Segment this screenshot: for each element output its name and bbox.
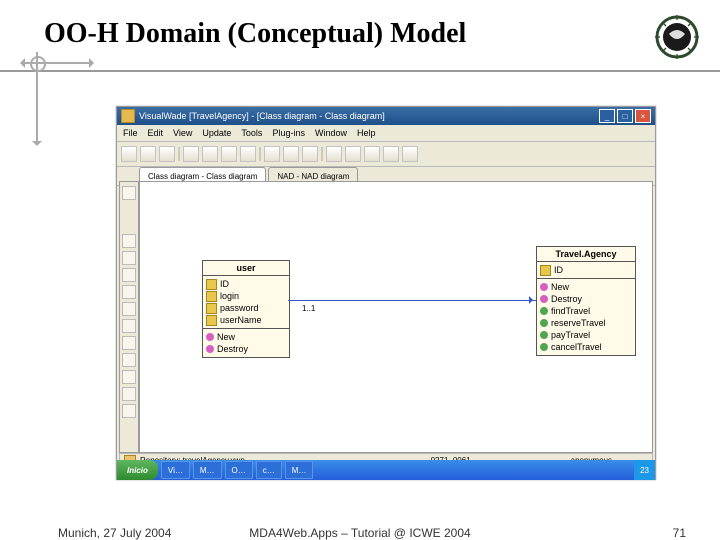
footer-center: MDA4Web.Apps – Tutorial @ ICWE 2004: [0, 526, 720, 540]
palette-tool[interactable]: [122, 268, 136, 282]
association-line[interactable]: [288, 300, 536, 301]
palette-tool[interactable]: [122, 186, 136, 200]
menu-file[interactable]: File: [123, 128, 138, 138]
palette-tool[interactable]: [122, 319, 136, 333]
attributes-section: ID: [537, 262, 635, 279]
toolbar-button[interactable]: [402, 146, 418, 162]
taskbar-button[interactable]: O…: [225, 461, 253, 479]
toolbar-button[interactable]: [283, 146, 299, 162]
window-controls: _ □ ×: [599, 109, 651, 123]
class-travel-agency[interactable]: Travel.Agency ID New Destroy findTravel …: [536, 246, 636, 356]
tool-palette: [119, 181, 139, 453]
key-icon: [206, 279, 217, 290]
taskbar-button[interactable]: M…: [193, 461, 222, 479]
op-icon: [540, 331, 548, 339]
key-icon: [206, 303, 217, 314]
palette-tool[interactable]: [122, 387, 136, 401]
multiplicity-label: 1..1: [300, 304, 317, 313]
menu-edit[interactable]: Edit: [148, 128, 164, 138]
key-icon: [206, 315, 217, 326]
op-icon: [540, 319, 548, 327]
menu-tools[interactable]: Tools: [241, 128, 262, 138]
decoration-ring: [30, 56, 46, 72]
class-header: Travel.Agency: [537, 247, 635, 262]
toolbar-button[interactable]: [240, 146, 256, 162]
toolbar-button[interactable]: [326, 146, 342, 162]
logo-emblem: [654, 14, 700, 60]
palette-tool[interactable]: [122, 404, 136, 418]
toolbar-button[interactable]: [302, 146, 318, 162]
slide: OO-H Domain (Conceptual) Model VisualWad…: [0, 0, 720, 540]
toolbar-button[interactable]: [383, 146, 399, 162]
class-user[interactable]: user ID login password userName New Dest…: [202, 260, 290, 358]
toolbar: [117, 142, 655, 167]
toolbar-button[interactable]: [183, 146, 199, 162]
op-icon: [540, 295, 548, 303]
palette-tool[interactable]: [122, 251, 136, 265]
window-titlebar: VisualWade [TravelAgency] - [Class diagr…: [117, 107, 655, 125]
horizontal-rule: [0, 70, 720, 72]
key-icon: [540, 265, 551, 276]
slide-title: OO-H Domain (Conceptual) Model: [44, 18, 466, 50]
taskbar-button[interactable]: M…: [285, 461, 314, 479]
palette-tool[interactable]: [122, 370, 136, 384]
palette-tool[interactable]: [122, 302, 136, 316]
menu-bar: File Edit View Update Tools Plug-ins Win…: [117, 125, 655, 142]
palette-tool[interactable]: [122, 353, 136, 367]
palette-tool[interactable]: [122, 285, 136, 299]
op-icon: [206, 333, 214, 341]
menu-view[interactable]: View: [173, 128, 192, 138]
toolbar-button[interactable]: [121, 146, 137, 162]
close-button[interactable]: ×: [635, 109, 651, 123]
menu-update[interactable]: Update: [202, 128, 231, 138]
op-icon: [540, 283, 548, 291]
toolbar-button[interactable]: [140, 146, 156, 162]
toolbar-button[interactable]: [159, 146, 175, 162]
key-icon: [206, 291, 217, 302]
op-icon: [540, 307, 548, 315]
app-screenshot: VisualWade [TravelAgency] - [Class diagr…: [116, 106, 656, 480]
start-button[interactable]: Inicio: [117, 460, 158, 480]
window-title: VisualWade [TravelAgency] - [Class diagr…: [139, 111, 385, 121]
class-header: user: [203, 261, 289, 276]
taskbar-button[interactable]: c…: [256, 461, 282, 479]
app-icon: [121, 109, 135, 123]
maximize-button[interactable]: □: [617, 109, 633, 123]
toolbar-button[interactable]: [221, 146, 237, 162]
minimize-button[interactable]: _: [599, 109, 615, 123]
menu-plugins[interactable]: Plug-ins: [272, 128, 305, 138]
footer-page-number: 71: [673, 526, 686, 540]
palette-tool[interactable]: [122, 336, 136, 350]
operations-section: New Destroy: [203, 329, 289, 357]
windows-taskbar: Inicio Vi… M… O… c… M… 23: [117, 460, 655, 480]
op-icon: [206, 345, 214, 353]
attributes-section: ID login password userName: [203, 276, 289, 329]
taskbar-button[interactable]: Vi…: [161, 461, 190, 479]
toolbar-button[interactable]: [364, 146, 380, 162]
toolbar-button[interactable]: [202, 146, 218, 162]
diagram-canvas[interactable]: user ID login password userName New Dest…: [139, 181, 653, 453]
system-tray: 23: [634, 460, 655, 480]
menu-window[interactable]: Window: [315, 128, 347, 138]
operations-section: New Destroy findTravel reserveTravel pay…: [537, 279, 635, 355]
palette-tool[interactable]: [122, 234, 136, 248]
menu-help[interactable]: Help: [357, 128, 376, 138]
toolbar-button[interactable]: [345, 146, 361, 162]
op-icon: [540, 343, 548, 351]
toolbar-button[interactable]: [264, 146, 280, 162]
